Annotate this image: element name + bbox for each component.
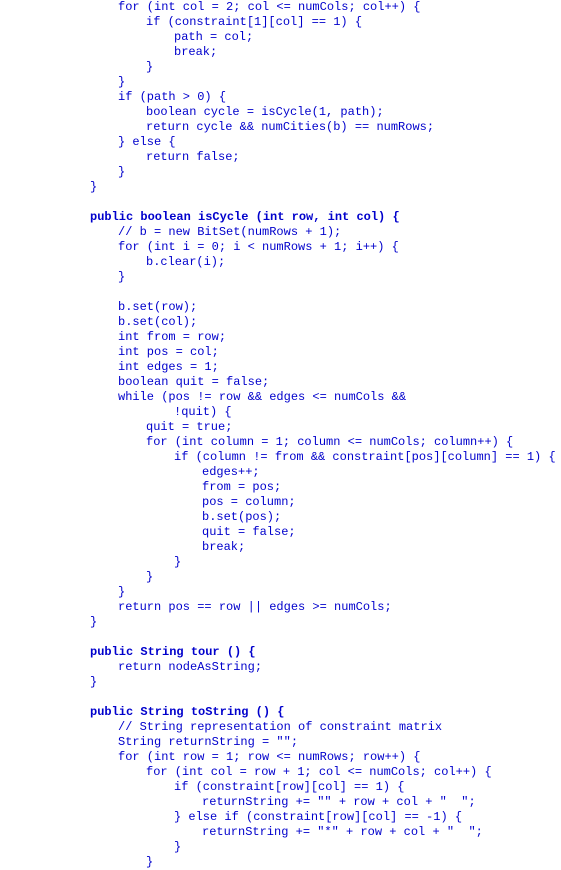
code-line: int from = row; (0, 330, 561, 345)
code-line: for (int row = 1; row <= numRows; row++)… (0, 750, 561, 765)
code-line: b.set(pos); (0, 510, 561, 525)
code-line: quit = true; (0, 420, 561, 435)
code-line: } (0, 615, 561, 630)
code-line: return false; (0, 150, 561, 165)
code-line: } (0, 840, 561, 855)
code-line: } (0, 180, 561, 195)
code-line: } (0, 555, 561, 570)
code-line: int edges = 1; (0, 360, 561, 375)
code-line: while (pos != row && edges <= numCols && (0, 390, 561, 405)
code-line: returnString += "" + row + col + " "; (0, 795, 561, 810)
code-line: if (path > 0) { (0, 90, 561, 105)
code-line (0, 285, 561, 300)
code-line: // b = new BitSet(numRows + 1); (0, 225, 561, 240)
code-line (0, 195, 561, 210)
code-line: public String toString () { (0, 705, 561, 720)
code-line: int pos = col; (0, 345, 561, 360)
code-line: for (int column = 1; column <= numCols; … (0, 435, 561, 450)
code-line: return pos == row || edges >= numCols; (0, 600, 561, 615)
code-line: quit = false; (0, 525, 561, 540)
code-block: for (int col = 2; col <= numCols; col++)… (0, 0, 561, 870)
code-line: // String representation of constraint m… (0, 720, 561, 735)
code-line: edges++; (0, 465, 561, 480)
code-line: return cycle && numCities(b) == numRows; (0, 120, 561, 135)
code-line: from = pos; (0, 480, 561, 495)
code-line: pos = column; (0, 495, 561, 510)
code-line: returnString += "*" + row + col + " "; (0, 825, 561, 840)
code-line: b.clear(i); (0, 255, 561, 270)
code-line: break; (0, 45, 561, 60)
code-line: return nodeAsString; (0, 660, 561, 675)
code-line: for (int col = row + 1; col <= numCols; … (0, 765, 561, 780)
code-line: path = col; (0, 30, 561, 45)
code-line: } (0, 570, 561, 585)
code-line: boolean cycle = isCycle(1, path); (0, 105, 561, 120)
code-line: b.set(col); (0, 315, 561, 330)
code-line: String returnString = ""; (0, 735, 561, 750)
code-line: public String tour () { (0, 645, 561, 660)
code-line: } else { (0, 135, 561, 150)
code-line (0, 690, 561, 705)
code-line: } (0, 855, 561, 870)
code-line: } else if (constraint[row][col] == -1) { (0, 810, 561, 825)
code-line: } (0, 75, 561, 90)
code-line: } (0, 60, 561, 75)
code-line: break; (0, 540, 561, 555)
code-line: b.set(row); (0, 300, 561, 315)
code-line (0, 630, 561, 645)
code-line: if (column != from && constraint[pos][co… (0, 450, 561, 465)
code-line: if (constraint[1][col] == 1) { (0, 15, 561, 30)
code-line: for (int i = 0; i < numRows + 1; i++) { (0, 240, 561, 255)
code-line: } (0, 585, 561, 600)
code-line: } (0, 270, 561, 285)
code-line: !quit) { (0, 405, 561, 420)
code-line: } (0, 675, 561, 690)
code-line: for (int col = 2; col <= numCols; col++)… (0, 0, 561, 15)
code-line: boolean quit = false; (0, 375, 561, 390)
code-line: } (0, 165, 561, 180)
code-line: if (constraint[row][col] == 1) { (0, 780, 561, 795)
code-line: public boolean isCycle (int row, int col… (0, 210, 561, 225)
